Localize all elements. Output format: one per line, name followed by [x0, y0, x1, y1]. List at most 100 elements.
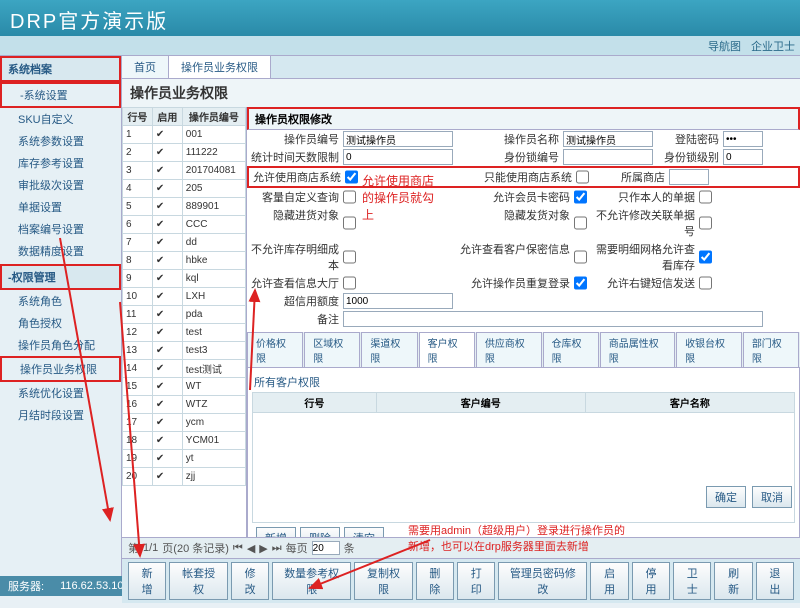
- credit-input[interactable]: [343, 293, 453, 309]
- sub-tab[interactable]: 收银台权限: [676, 332, 742, 367]
- allow-shop-checkbox[interactable]: [345, 169, 358, 185]
- table-row[interactable]: 4✔205: [123, 180, 246, 198]
- no-ord-cost-label: 不允许库存明细成本: [251, 241, 343, 273]
- table-row[interactable]: 12✔test: [123, 324, 246, 342]
- inner-del-button[interactable]: 删除: [300, 527, 340, 537]
- sidebar-item[interactable]: 操作员角色分配: [0, 334, 121, 356]
- inner-clear-button[interactable]: 清空: [344, 527, 384, 537]
- sidebar-item[interactable]: 系统角色: [0, 290, 121, 312]
- id-level-input[interactable]: [723, 149, 763, 165]
- allow-shop-label: 允许使用商店系统: [253, 169, 345, 185]
- table-row[interactable]: 2✔111222: [123, 144, 246, 162]
- sub-tab[interactable]: 商品属性权限: [600, 332, 675, 367]
- table-row[interactable]: 13✔test3: [123, 342, 246, 360]
- sidebar-item[interactable]: 操作员业务权限: [0, 356, 121, 382]
- sidebar-item[interactable]: 库存参考设置: [0, 152, 121, 174]
- pager-last-icon[interactable]: ⏭: [272, 542, 282, 555]
- pager-prev-icon[interactable]: ◀: [247, 542, 255, 555]
- action-button[interactable]: 数量参考权限: [272, 562, 351, 600]
- table-row[interactable]: 11✔pda: [123, 306, 246, 324]
- store-input[interactable]: [669, 169, 709, 185]
- need-detail-checkbox[interactable]: [699, 241, 712, 273]
- tab-operator-perm[interactable]: 操作员业务权限: [169, 56, 271, 78]
- pager-first-icon[interactable]: ⏮: [233, 542, 243, 555]
- table-row[interactable]: 9✔kql: [123, 270, 246, 288]
- action-button[interactable]: 管理员密码修改: [498, 562, 587, 600]
- sidebar-item[interactable]: 档案编号设置: [0, 218, 121, 240]
- table-row[interactable]: 10✔LXH: [123, 288, 246, 306]
- table-row[interactable]: 5✔889901: [123, 198, 246, 216]
- action-button[interactable]: 停用: [632, 562, 670, 600]
- sidebar-item[interactable]: SKU自定义: [0, 108, 121, 130]
- operator-grid[interactable]: 行号启用操作员编号1✔0012✔1112223✔2017040814✔2055✔…: [122, 107, 247, 537]
- table-row[interactable]: 8✔hbke: [123, 252, 246, 270]
- login-pwd-input[interactable]: [723, 131, 763, 147]
- table-row[interactable]: 3✔201704081: [123, 162, 246, 180]
- table-row[interactable]: 19✔yt: [123, 450, 246, 468]
- id-lock-input[interactable]: [563, 149, 653, 165]
- per-page-input[interactable]: [312, 541, 340, 555]
- action-button[interactable]: 新增: [128, 562, 166, 600]
- only-shop-checkbox[interactable]: [576, 169, 589, 185]
- op-code-input[interactable]: [343, 131, 453, 147]
- action-button[interactable]: 退出: [756, 562, 794, 600]
- credit-label: 超信用额度: [251, 293, 343, 309]
- action-button[interactable]: 卫士: [673, 562, 711, 600]
- table-row[interactable]: 18✔YCM01: [123, 432, 246, 450]
- sidebar-item[interactable]: 审批级次设置: [0, 174, 121, 196]
- sidebar-item[interactable]: 角色授权: [0, 312, 121, 334]
- table-row[interactable]: 20✔zjj: [123, 468, 246, 486]
- sub-tab[interactable]: 渠道权限: [361, 332, 417, 367]
- sidebar-item[interactable]: 单据设置: [0, 196, 121, 218]
- sub-tab[interactable]: 仓库权限: [543, 332, 599, 367]
- action-button[interactable]: 刷新: [714, 562, 752, 600]
- op-name-input[interactable]: [563, 131, 653, 147]
- sidebar-item[interactable]: 系统优化设置: [0, 382, 121, 404]
- table-row[interactable]: 17✔ycm: [123, 414, 246, 432]
- remark-input[interactable]: [343, 311, 763, 327]
- table-row[interactable]: 6✔CCC: [123, 216, 246, 234]
- tab-home[interactable]: 首页: [122, 56, 169, 78]
- enterprise-link[interactable]: 企业卫士: [751, 38, 795, 54]
- allow-card-checkbox[interactable]: [574, 189, 587, 205]
- sidebar-item[interactable]: 月结时段设置: [0, 404, 121, 426]
- table-row[interactable]: 7✔dd: [123, 234, 246, 252]
- no-mod-assoc-checkbox[interactable]: [699, 207, 712, 239]
- table-row[interactable]: 1✔001: [123, 126, 246, 144]
- inner-add-button[interactable]: 新增: [256, 527, 296, 537]
- no-ord-cost-checkbox[interactable]: [343, 241, 356, 273]
- sub-tab[interactable]: 区域权限: [304, 332, 360, 367]
- sub-tab[interactable]: 供应商权限: [476, 332, 542, 367]
- action-button[interactable]: 打印: [457, 562, 495, 600]
- table-row[interactable]: 15✔WT: [123, 378, 246, 396]
- sub-tab[interactable]: 部门权限: [743, 332, 799, 367]
- sidebar-item[interactable]: 数据精度设置: [0, 240, 121, 262]
- action-button[interactable]: 删除: [416, 562, 454, 600]
- allow-view-hall-checkbox[interactable]: [343, 275, 356, 291]
- sub-tab[interactable]: 价格权限: [247, 332, 303, 367]
- action-button[interactable]: 修改: [231, 562, 269, 600]
- table-row[interactable]: 16✔WTZ: [123, 396, 246, 414]
- nav-map-link[interactable]: 导航图: [708, 38, 741, 54]
- hide-send-checkbox[interactable]: [574, 207, 587, 239]
- only-self-checkbox[interactable]: [699, 189, 712, 205]
- ok-button[interactable]: 确定: [706, 486, 746, 508]
- pager-next-icon[interactable]: ▶: [259, 542, 267, 555]
- sub-tab[interactable]: 客户权限: [419, 332, 475, 367]
- cust-query-checkbox[interactable]: [343, 189, 356, 205]
- cancel-button[interactable]: 取消: [752, 486, 792, 508]
- allow-sms-checkbox[interactable]: [699, 275, 712, 291]
- sidebar-item[interactable]: -系统设置: [0, 82, 121, 108]
- allow-view-sec-checkbox[interactable]: [574, 241, 587, 273]
- allow-relogin-checkbox[interactable]: [574, 275, 587, 291]
- hide-pur-checkbox[interactable]: [343, 207, 356, 239]
- only-self-label: 只作本人的单据: [587, 189, 699, 205]
- stat-days-input[interactable]: [343, 149, 453, 165]
- action-button[interactable]: 复制权限: [354, 562, 413, 600]
- sidebar-group-system[interactable]: 系统档案: [0, 56, 121, 82]
- action-button[interactable]: 帐套授权: [169, 562, 228, 600]
- sidebar-group-perm[interactable]: -权限管理: [0, 264, 121, 290]
- sidebar-item[interactable]: 系统参数设置: [0, 130, 121, 152]
- table-row[interactable]: 14✔test测试: [123, 360, 246, 378]
- action-button[interactable]: 启用: [590, 562, 628, 600]
